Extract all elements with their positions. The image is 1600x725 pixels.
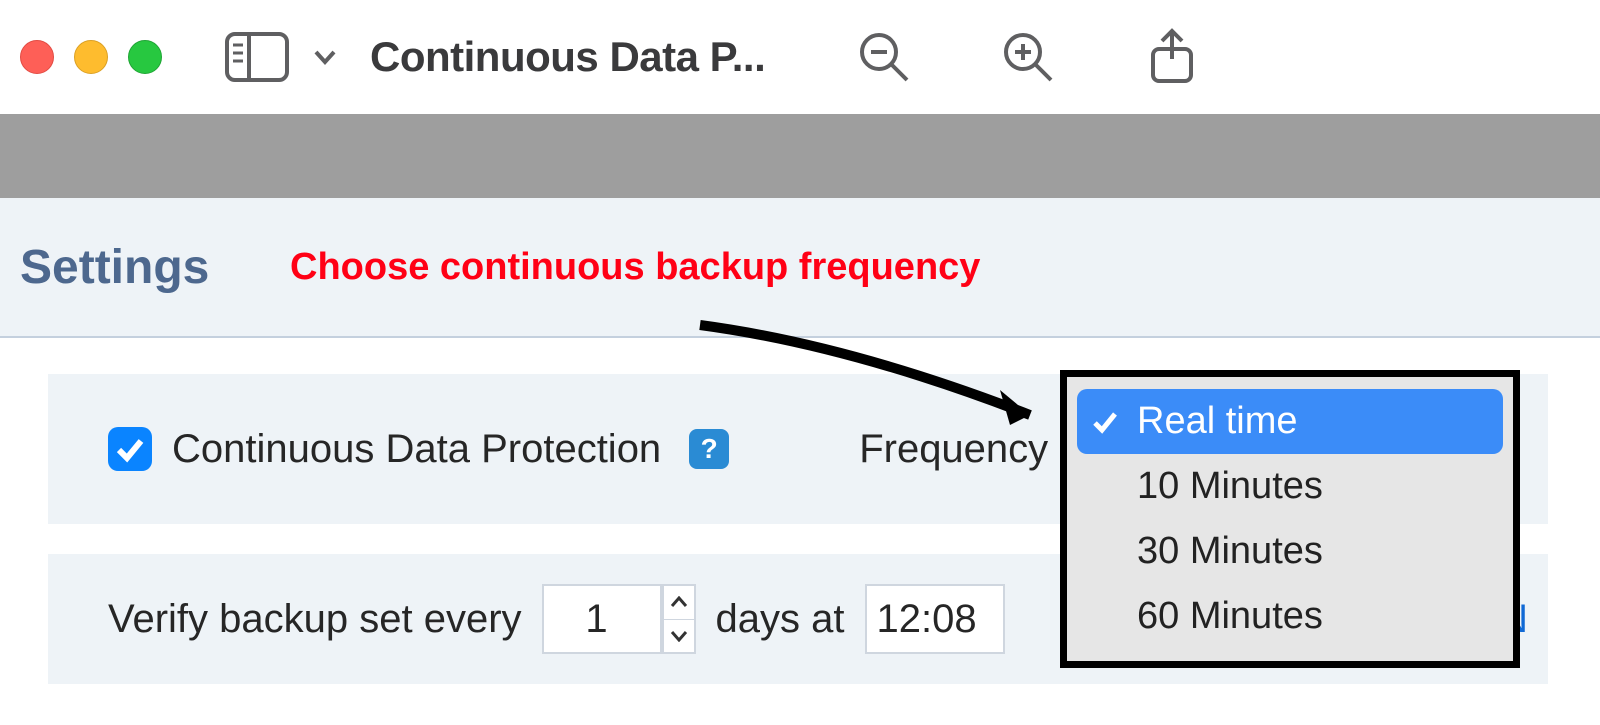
- cdp-checkbox[interactable]: [108, 427, 152, 471]
- window-titlebar: Continuous Data P...: [0, 0, 1600, 114]
- verify-time-input[interactable]: 12:08: [865, 584, 1005, 654]
- frequency-option-60min[interactable]: 60 Minutes: [1077, 584, 1503, 649]
- frequency-option-30min[interactable]: 30 Minutes: [1077, 519, 1503, 584]
- frequency-option-realtime[interactable]: Real time: [1077, 389, 1503, 454]
- window-zoom-button[interactable]: [128, 40, 162, 74]
- window-minimize-button[interactable]: [74, 40, 108, 74]
- sidebar-toggle-button[interactable]: [224, 31, 290, 83]
- share-button[interactable]: [1145, 27, 1199, 87]
- settings-heading: Settings: [20, 240, 209, 295]
- cdp-label: Continuous Data Protection: [172, 427, 661, 472]
- verify-prefix-label: Verify backup set every: [108, 597, 522, 642]
- window-title: Continuous Data P...: [370, 33, 765, 81]
- cdp-help-icon[interactable]: ?: [689, 429, 729, 469]
- frequency-option-10min[interactable]: 10 Minutes: [1077, 454, 1503, 519]
- annotation-text: Choose continuous backup frequency: [290, 246, 980, 289]
- settings-header: Settings Choose continuous backup freque…: [0, 198, 1600, 338]
- toolbar-gray-strip: [0, 114, 1600, 198]
- frequency-label: Frequency: [859, 427, 1048, 472]
- stepper-up-icon[interactable]: [664, 586, 694, 620]
- verify-days-input[interactable]: 1: [542, 584, 662, 654]
- window-close-button[interactable]: [20, 40, 54, 74]
- checkmark-icon: [1091, 403, 1119, 446]
- frequency-dropdown[interactable]: Real time 10 Minutes 30 Minutes 60 Minut…: [1060, 370, 1520, 668]
- verify-days-stepper[interactable]: [662, 584, 696, 654]
- stepper-down-icon[interactable]: [664, 620, 694, 653]
- zoom-out-button[interactable]: [857, 30, 911, 84]
- verify-days-suffix: days at: [716, 597, 845, 642]
- window-traffic-lights: [20, 40, 162, 74]
- sidebar-dropdown-chevron-icon[interactable]: [312, 44, 338, 70]
- zoom-in-button[interactable]: [1001, 30, 1055, 84]
